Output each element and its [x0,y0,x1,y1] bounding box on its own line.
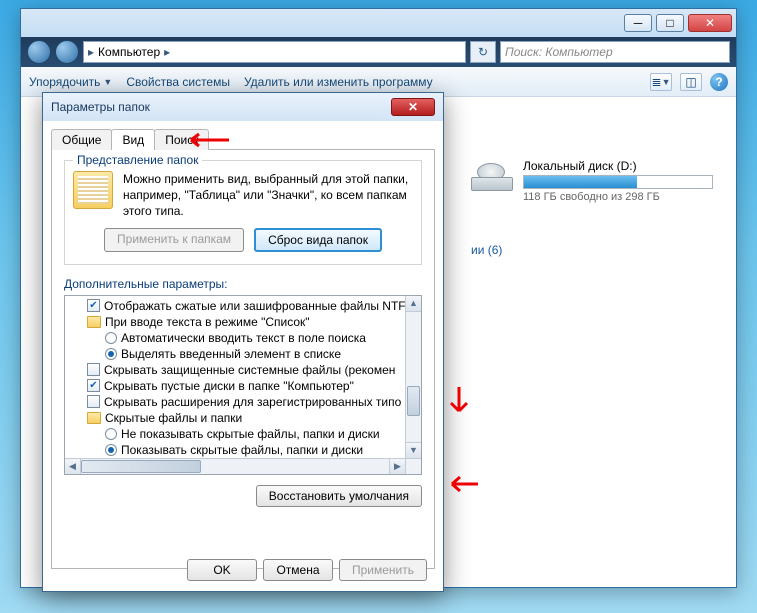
folder-views-icon [73,171,113,209]
radio-icon[interactable] [105,428,117,440]
opt-label: Отображать сжатые или зашифрованные файл… [104,299,405,313]
scroll-up-icon[interactable]: ▲ [406,296,421,312]
explorer-titlebar: ─ □ ✕ [21,9,736,37]
toolbar-system-props-label: Свойства системы [126,75,230,89]
advanced-params-list: Отображать сжатые или зашифрованные файл… [64,295,422,475]
scroll-corner [405,458,421,474]
explorer-navbar: ▸ Компьютер ▸ ↻ Поиск: Компьютер [21,37,736,67]
scroll-thumb[interactable] [407,386,420,416]
checkbox-icon[interactable] [87,379,100,392]
tab-general[interactable]: Общие [51,129,112,150]
search-input[interactable]: Поиск: Компьютер [500,41,730,63]
opt-dont-show-hidden[interactable]: Не показывать скрытые файлы, папки и дис… [65,426,405,442]
scroll-down-icon[interactable]: ▼ [406,442,421,458]
restore-defaults-button[interactable]: Восстановить умолчания [256,485,422,507]
address-text: Компьютер [98,45,160,59]
opt-hide-empty-drives[interactable]: Скрывать пустые диски в папке "Компьютер… [65,378,405,394]
toolbar-system-props[interactable]: Свойства системы [126,75,230,89]
folder-views-group: Представление папок Можно применить вид,… [64,160,422,265]
tab-view-page: Представление папок Можно применить вид,… [51,149,435,569]
opt-auto-type-search[interactable]: Автоматически вводить текст в поле поиск… [65,330,405,346]
apply-button: Применить [339,559,427,581]
drive-icon [471,159,513,191]
opt-hide-protected[interactable]: Скрывать защищенные системные файлы (рек… [65,362,405,378]
ok-button[interactable]: OK [187,559,257,581]
opt-label: Автоматически вводить текст в поле поиск… [121,331,366,345]
opt-label: Скрывать пустые диски в папке "Компьютер… [104,379,354,393]
nav-forward-button[interactable] [55,40,79,64]
drive-capacity-bar [523,175,713,189]
dialog-tabs: Общие Вид Поиск [51,129,435,150]
vertical-scrollbar[interactable]: ▲ ▼ [405,296,421,458]
scroll-left-icon[interactable]: ◀ [65,459,81,474]
opt-label: Скрывать защищенные системные файлы (рек… [104,363,395,377]
toolbar-uninstall[interactable]: Удалить или изменить программу [244,75,433,89]
horizontal-scrollbar[interactable]: ◀ ▶ [65,458,405,474]
drive-name: Локальный диск (D:) [523,159,713,173]
drive-item[interactable]: Локальный диск (D:) 118 ГБ свободно из 2… [471,159,724,203]
folder-options-dialog: Параметры папок ✕ Общие Вид Поиск Предст… [42,92,444,592]
cancel-button[interactable]: Отмена [263,559,333,581]
toolbar-organize-label: Упорядочить [29,75,100,89]
advanced-params-label: Дополнительные параметры: [64,277,422,291]
opt-hidden-files-group: Скрытые файлы и папки [65,410,405,426]
radio-icon[interactable] [105,348,117,360]
view-mode-button[interactable]: ≣ ▼ [650,73,672,91]
opt-label: Не показывать скрытые файлы, папки и дис… [121,427,380,441]
opt-label: Показывать скрытые файлы, папки и диски [121,443,363,457]
dialog-close-button[interactable]: ✕ [391,98,435,116]
maximize-button[interactable]: □ [656,14,684,32]
checkbox-icon[interactable] [87,299,100,312]
tab-search[interactable]: Поиск [154,129,209,150]
folder-icon [87,316,101,328]
checkbox-icon[interactable] [87,363,100,376]
refresh-button[interactable]: ↻ [470,41,496,63]
search-placeholder: Поиск: Компьютер [505,45,613,59]
toolbar-organize[interactable]: Упорядочить▼ [29,75,112,89]
dialog-titlebar: Параметры папок ✕ [43,93,443,121]
category-link[interactable]: ии (6) [471,243,724,257]
address-bar[interactable]: ▸ Компьютер ▸ [83,41,466,63]
opt-select-typed-item[interactable]: Выделять введенный элемент в списке [65,346,405,362]
opt-label: При вводе текста в режиме "Список" [105,315,310,329]
radio-icon[interactable] [105,332,117,344]
folder-views-text: Можно применить вид, выбранный для этой … [123,171,413,220]
opt-label: Скрытые файлы и папки [105,411,242,425]
drive-status: 118 ГБ свободно из 298 ГБ [523,191,713,203]
nav-back-button[interactable] [27,40,51,64]
folder-icon [87,412,101,424]
dialog-title: Параметры папок [51,100,150,114]
scroll-thumb-h[interactable] [81,460,201,473]
tab-view[interactable]: Вид [111,129,155,150]
scroll-right-icon[interactable]: ▶ [389,459,405,474]
preview-pane-button[interactable]: ◫ [680,73,702,91]
close-button[interactable]: ✕ [688,14,732,32]
apply-to-folders-button: Применить к папкам [104,228,244,252]
minimize-button[interactable]: ─ [624,14,652,32]
opt-hide-extensions[interactable]: Скрывать расширения для зарегистрированн… [65,394,405,410]
checkbox-icon[interactable] [87,395,100,408]
folder-views-legend: Представление папок [73,153,202,167]
opt-show-compressed[interactable]: Отображать сжатые или зашифрованные файл… [65,298,405,314]
reset-folders-button[interactable]: Сброс вида папок [254,228,382,252]
radio-icon[interactable] [105,444,117,456]
help-icon[interactable]: ? [710,73,728,91]
opt-label: Выделять введенный элемент в списке [121,347,341,361]
opt-list-typing-group: При вводе текста в режиме "Список" [65,314,405,330]
toolbar-uninstall-label: Удалить или изменить программу [244,75,433,89]
opt-show-hidden[interactable]: Показывать скрытые файлы, папки и диски [65,442,405,458]
opt-label: Скрывать расширения для зарегистрированн… [104,395,401,409]
